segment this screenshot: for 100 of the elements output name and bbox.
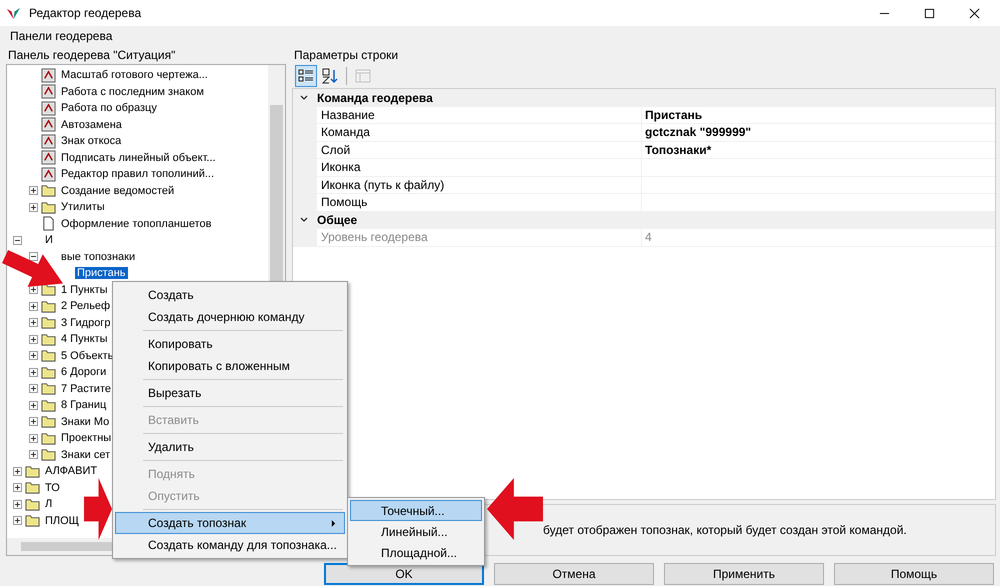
property-name: Слой xyxy=(317,142,642,158)
expander-icon[interactable] xyxy=(28,450,38,460)
tree-item[interactable]: Создание ведомостей xyxy=(59,184,176,197)
folder-icon xyxy=(41,430,56,446)
expander-icon[interactable] xyxy=(28,351,38,360)
expander-icon[interactable] xyxy=(28,252,38,262)
expander-icon[interactable] xyxy=(28,334,38,344)
property-value[interactable]: Пристань xyxy=(645,108,702,122)
expander-icon[interactable] xyxy=(28,384,38,394)
tree-item[interactable]: АЛФАВИТ xyxy=(43,465,100,478)
tree-item[interactable]: Редактор правил тополиний... xyxy=(59,168,216,180)
categorized-view-button[interactable] xyxy=(295,65,317,87)
app-logo-icon xyxy=(6,6,21,20)
menu-item[interactable]: Создать топознак xyxy=(115,512,345,534)
menu-item[interactable]: Площадной... xyxy=(350,542,482,563)
annotation-arrow xyxy=(487,478,543,540)
close-icon[interactable] xyxy=(969,8,980,18)
expander-icon[interactable] xyxy=(28,434,38,443)
menu-item[interactable]: Удалить xyxy=(115,436,345,458)
tree-item[interactable]: Пристань xyxy=(75,267,128,280)
menu-item[interactable]: Копировать xyxy=(115,333,345,355)
folder-icon xyxy=(25,480,40,496)
tree-item[interactable]: Утилиты xyxy=(59,201,107,214)
tree-item[interactable]: Масштаб готового чертежа... xyxy=(59,69,210,82)
tree-item[interactable]: 8 Границ xyxy=(59,399,108,412)
folder-icon xyxy=(41,398,56,413)
folder-icon xyxy=(41,298,56,314)
property-name: Помощь xyxy=(317,194,642,210)
folder-icon xyxy=(41,200,56,215)
command-icon xyxy=(41,134,56,149)
submenu-arrow-icon xyxy=(331,520,336,526)
command-icon xyxy=(41,166,56,182)
menu-item[interactable]: Создать дочернюю команду xyxy=(115,306,345,328)
tree-item[interactable]: ПЛОЩ xyxy=(43,514,81,527)
property-pages-icon xyxy=(355,68,371,84)
tree-item[interactable]: 5 Объекть xyxy=(59,350,116,362)
tree-item[interactable]: 6 Дороги xyxy=(59,366,108,378)
expander-icon[interactable] xyxy=(12,483,22,492)
dialog-button[interactable]: Помощь xyxy=(834,563,994,585)
panel-title: Параметры строки xyxy=(293,47,400,64)
expander-icon[interactable] xyxy=(12,500,22,509)
dialog-button[interactable]: Применить xyxy=(664,563,824,585)
expander-icon[interactable] xyxy=(28,318,38,328)
expander-icon[interactable] xyxy=(12,466,22,476)
menu-item[interactable]: Панели геодерева xyxy=(10,29,112,43)
expander-icon[interactable] xyxy=(28,285,38,294)
tree-item[interactable]: Работа с последним знаком xyxy=(59,86,206,98)
tree-item[interactable]: вые топознаки xyxy=(59,250,138,263)
folder-icon xyxy=(41,381,56,396)
tree-item[interactable]: Проектны xyxy=(59,432,114,444)
property-value[interactable]: gctcznak "999999" xyxy=(645,125,752,140)
tree-item[interactable]: Подписать линейный объект... xyxy=(59,152,218,164)
tree-item[interactable]: Знаки Мо xyxy=(59,416,112,428)
dialog-button[interactable]: Отмена xyxy=(494,563,654,585)
property-name: Иконка xyxy=(317,159,642,176)
expander-icon[interactable] xyxy=(28,417,38,426)
expander-icon[interactable] xyxy=(28,202,38,212)
tree-item[interactable]: 2 Рельеф xyxy=(59,300,112,312)
menu-item[interactable]: Вырезать xyxy=(115,382,345,404)
command-icon xyxy=(41,100,56,116)
menu-item[interactable]: Точечный... xyxy=(350,500,482,521)
expander-icon[interactable] xyxy=(28,186,38,196)
folder-icon xyxy=(41,183,56,198)
tree-item[interactable]: Автозамена xyxy=(59,118,124,131)
tree-item[interactable]: 4 Пункты xyxy=(59,333,110,346)
category-title: Команда геодерева xyxy=(317,90,433,105)
command-icon xyxy=(41,117,56,132)
folder-icon xyxy=(41,364,56,380)
folder-icon xyxy=(25,513,40,528)
property-value[interactable]: Топознаки* xyxy=(645,142,712,157)
tree-item[interactable]: Л xyxy=(43,498,54,510)
menu-item[interactable]: Копировать с вложенным xyxy=(115,355,345,377)
expander-icon[interactable] xyxy=(28,400,38,410)
folder-icon xyxy=(41,447,56,462)
menu-item[interactable]: Линейный... xyxy=(350,521,482,542)
command-icon xyxy=(41,150,56,166)
folder-icon xyxy=(41,332,56,347)
annotation-arrow xyxy=(84,478,112,540)
categorized-list-icon xyxy=(298,68,314,84)
expander-icon[interactable] xyxy=(12,516,22,526)
expander-icon[interactable] xyxy=(28,302,38,311)
expander-icon[interactable] xyxy=(28,368,38,377)
tree-item[interactable]: Знак откоса xyxy=(59,135,124,148)
expander-icon[interactable] xyxy=(12,236,22,245)
folder-icon xyxy=(41,315,56,330)
description-text: будет отображен топознак, который будет создан этой командой. xyxy=(543,523,907,537)
command-icon xyxy=(41,68,56,83)
tree-item[interactable]: ТО xyxy=(43,482,62,494)
tree-item[interactable]: И xyxy=(43,234,55,246)
menu-item[interactable]: Создать xyxy=(115,284,345,306)
command-icon xyxy=(41,84,56,100)
tree-item[interactable]: 7 Растите xyxy=(59,382,113,395)
tree-item[interactable]: 1 Пункты xyxy=(59,284,110,296)
tree-item[interactable]: 3 Гидрогр xyxy=(59,316,112,329)
menu-item[interactable]: Создать команду для топознака... xyxy=(115,534,345,556)
tree-item[interactable]: Работа по образцу xyxy=(59,102,159,114)
tree-item[interactable]: Оформление топопланшетов xyxy=(59,218,214,230)
folder-icon xyxy=(41,282,56,298)
tree-item[interactable]: Знаки сет xyxy=(59,448,112,461)
maximize-icon[interactable] xyxy=(924,8,935,18)
